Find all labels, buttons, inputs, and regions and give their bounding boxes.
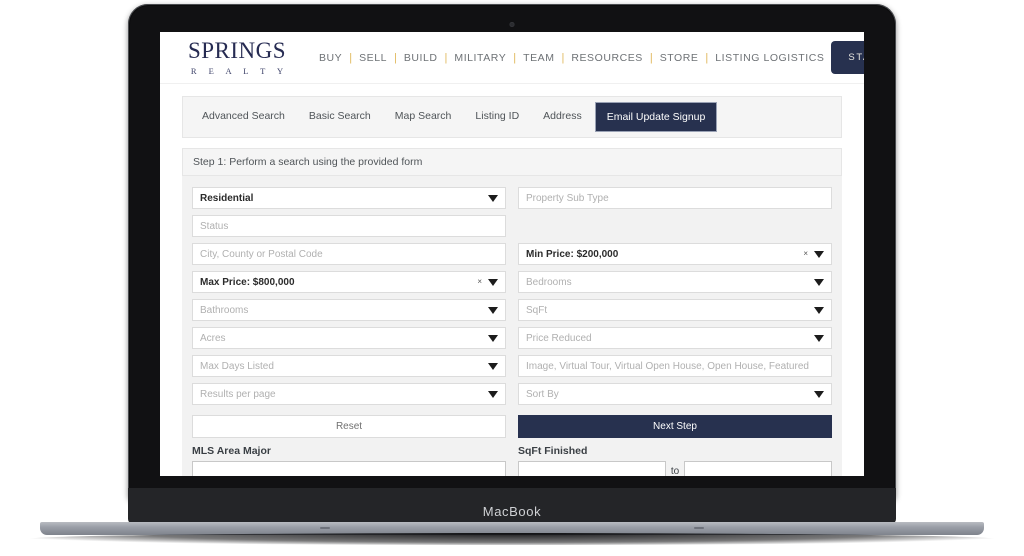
laptop-drop-shadow	[28, 533, 996, 545]
laptop-foot-right	[694, 527, 704, 529]
field-property-sub-type[interactable]: Property Sub Type	[518, 187, 832, 209]
field-results-per-page[interactable]: Results per page	[192, 383, 506, 405]
field-min-price[interactable]: Min Price: $200,000 ×	[518, 243, 832, 265]
logo-wordmark: SPRINGS	[187, 38, 287, 63]
tab-listing-id[interactable]: Listing ID	[464, 102, 530, 132]
field-value-status: Status	[200, 220, 229, 232]
tab-address[interactable]: Address	[532, 102, 593, 132]
reset-button[interactable]: Reset	[192, 415, 506, 438]
field-value-max-days-listed: Max Days Listed	[200, 360, 274, 372]
form-spacer	[518, 215, 832, 237]
form-column-left: Residential Status City, County or Postal …	[192, 187, 506, 411]
field-value-property-sub-type: Property Sub Type	[526, 192, 609, 204]
chevron-down-icon[interactable]	[814, 390, 824, 398]
search-form: Residential Status City, County or Postal …	[182, 176, 842, 476]
field-max-price[interactable]: Max Price: $800,000 ×	[192, 271, 506, 293]
nav-item-buy[interactable]: BUY	[312, 52, 349, 64]
chevron-down-icon[interactable]	[814, 334, 824, 342]
field-max-days-listed[interactable]: Max Days Listed	[192, 355, 506, 377]
field-value-min-price: Min Price: $200,000	[526, 248, 619, 260]
site-header: SPRINGS R E A L T Y BUY | SELL | BUILD | MILIT…	[160, 32, 864, 84]
nav-item-build[interactable]: BUILD	[397, 52, 445, 64]
chevron-down-icon[interactable]	[488, 306, 498, 314]
form-actions: Reset Next Step	[192, 415, 832, 438]
field-value-results-per-page: Results per page	[200, 388, 276, 400]
nav-item-sell[interactable]: SELL	[352, 52, 394, 64]
chevron-down-icon[interactable]	[488, 334, 498, 342]
step-instruction-bar: Step 1: Perform a search using the provi…	[182, 148, 842, 176]
field-acres[interactable]: Acres	[192, 327, 506, 349]
site-logo[interactable]: SPRINGS R E A L T Y	[176, 39, 298, 76]
sqft-finished-min-input[interactable]	[518, 461, 666, 476]
nav-item-military[interactable]: MILITARY	[447, 52, 513, 64]
range-separator-label: to	[670, 465, 680, 477]
sqft-structure-group: SqFt Finished to Structure	[518, 445, 832, 476]
field-value-acres: Acres	[200, 332, 226, 344]
field-sort-by[interactable]: Sort By	[518, 383, 832, 405]
field-value-price-reduced: Price Reduced	[526, 332, 592, 344]
main-navigation: BUY | SELL | BUILD | MILITARY | TEAM | RESOURCES | S…	[312, 52, 831, 64]
browser-viewport: SPRINGS R E A L T Y BUY | SELL | BUILD | MILIT…	[160, 32, 864, 476]
field-value-city-county-postal: City, County or Postal Code	[200, 248, 323, 260]
field-bathrooms[interactable]: Bathrooms	[192, 299, 506, 321]
start-your-journey-button[interactable]: START YOUR JOURNEY	[831, 41, 864, 74]
search-tabs: Advanced Search Basic Search Map Search Lis…	[182, 96, 842, 138]
field-value-bedrooms: Bedrooms	[526, 276, 572, 288]
form-lower-columns: MLS Area Major MLS Area Minor SqFt Finis…	[192, 445, 832, 476]
chevron-down-icon[interactable]	[488, 362, 498, 370]
form-columns: Residential Status City, County or Postal …	[192, 187, 832, 411]
field-status[interactable]: Status	[192, 215, 506, 237]
field-value-sqft: SqFt	[526, 304, 548, 316]
nav-item-team[interactable]: TEAM	[516, 52, 561, 64]
page-body: Advanced Search Basic Search Map Search Lis…	[160, 84, 864, 476]
field-bedrooms[interactable]: Bedrooms	[518, 271, 832, 293]
next-step-button[interactable]: Next Step	[518, 415, 832, 438]
sqft-finished-label: SqFt Finished	[518, 445, 588, 457]
chevron-down-icon[interactable]	[488, 194, 498, 202]
clear-icon[interactable]: ×	[477, 278, 482, 286]
field-media-features[interactable]: Image, Virtual Tour, Virtual Open House,…	[518, 355, 832, 377]
field-value-media-features: Image, Virtual Tour, Virtual Open House,…	[526, 360, 809, 372]
chevron-down-icon[interactable]	[814, 278, 824, 286]
sqft-finished-max-input[interactable]	[684, 461, 832, 476]
field-property-type[interactable]: Residential	[192, 187, 506, 209]
field-value-property-type: Residential	[200, 192, 254, 204]
mls-area-group: MLS Area Major MLS Area Minor	[192, 445, 506, 476]
webcam-icon	[509, 22, 515, 27]
clear-icon[interactable]: ×	[803, 250, 808, 258]
field-price-reduced[interactable]: Price Reduced	[518, 327, 832, 349]
field-sqft[interactable]: SqFt	[518, 299, 832, 321]
chevron-down-icon[interactable]	[814, 250, 824, 258]
nav-item-resources[interactable]: RESOURCES	[564, 52, 649, 64]
mls-area-major-input[interactable]	[192, 461, 506, 476]
logo-tagline: R E A L T Y	[190, 66, 289, 76]
chevron-down-icon[interactable]	[488, 390, 498, 398]
field-value-bathrooms: Bathrooms	[200, 304, 249, 316]
tab-email-update-signup[interactable]: Email Update Signup	[594, 102, 718, 132]
laptop-foot-left	[320, 527, 330, 529]
chevron-down-icon[interactable]	[488, 278, 498, 286]
field-value-sort-by: Sort By	[526, 388, 559, 400]
form-column-right: Property Sub Type Min Price: $200,000 × Bed…	[518, 187, 832, 411]
field-city-county-postal[interactable]: City, County or Postal Code	[192, 243, 506, 265]
screenshot-stage: SPRINGS R E A L T Y BUY | SELL | BUILD | MILIT…	[0, 0, 1024, 556]
field-value-max-price: Max Price: $800,000	[200, 276, 295, 288]
mls-area-major-label: MLS Area Major	[192, 445, 271, 457]
nav-item-listing-logistics[interactable]: LISTING LOGISTICS	[708, 52, 831, 64]
tab-basic-search[interactable]: Basic Search	[298, 102, 382, 132]
sqft-finished-range: to	[518, 461, 832, 476]
chevron-down-icon[interactable]	[814, 306, 824, 314]
tab-advanced-search[interactable]: Advanced Search	[191, 102, 296, 132]
tab-map-search[interactable]: Map Search	[384, 102, 463, 132]
nav-item-store[interactable]: STORE	[653, 52, 706, 64]
device-label: MacBook	[482, 504, 542, 519]
